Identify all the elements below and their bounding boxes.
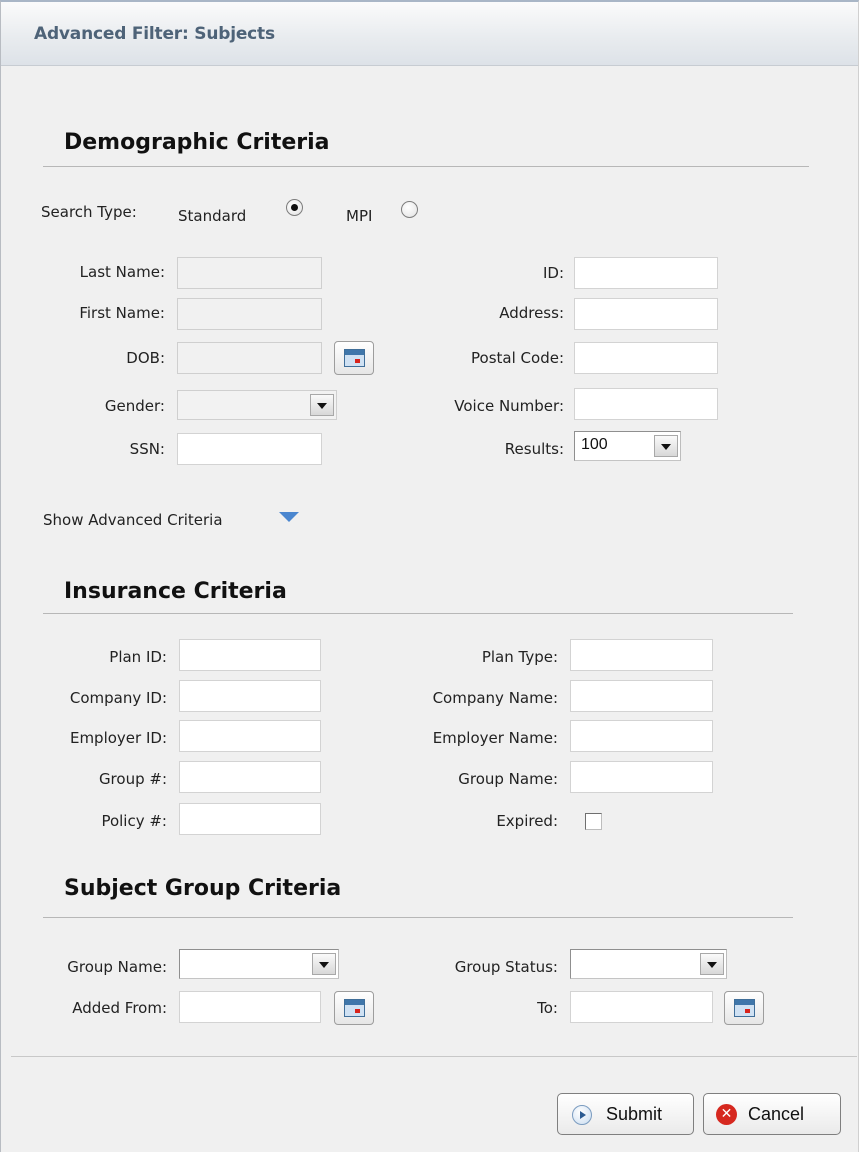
results-value: 100 bbox=[581, 436, 608, 453]
address-label: Address: bbox=[499, 304, 564, 322]
plan-type-field[interactable] bbox=[570, 639, 713, 671]
last-name-label: Last Name: bbox=[79, 263, 165, 281]
chevron-down-icon bbox=[310, 394, 334, 416]
first-name-field[interactable] bbox=[177, 298, 322, 330]
to-label: To: bbox=[537, 999, 558, 1017]
id-field[interactable] bbox=[574, 257, 718, 289]
policy-num-label: Policy #: bbox=[101, 812, 167, 830]
group-status-select[interactable] bbox=[570, 949, 727, 979]
added-from-field[interactable] bbox=[179, 991, 321, 1023]
added-from-calendar-button[interactable] bbox=[334, 991, 374, 1025]
plan-id-field[interactable] bbox=[179, 639, 321, 671]
company-name-label: Company Name: bbox=[432, 689, 558, 707]
first-name-label: First Name: bbox=[79, 304, 165, 322]
voice-number-label: Voice Number: bbox=[454, 397, 564, 415]
postal-code-field[interactable] bbox=[574, 342, 718, 374]
play-icon bbox=[572, 1105, 592, 1125]
insurance-divider bbox=[43, 613, 793, 614]
footer-divider bbox=[11, 1056, 857, 1057]
group-num-label: Group #: bbox=[98, 770, 167, 788]
id-label: ID: bbox=[542, 264, 564, 282]
dob-field[interactable] bbox=[177, 342, 322, 374]
demographic-heading: Demographic Criteria bbox=[64, 130, 330, 155]
calendar-icon bbox=[344, 999, 365, 1017]
gender-select[interactable] bbox=[177, 390, 337, 420]
calendar-icon bbox=[344, 349, 365, 367]
cancel-label: Cancel bbox=[748, 1104, 805, 1124]
insurance-heading: Insurance Criteria bbox=[64, 579, 287, 604]
gender-label: Gender: bbox=[104, 397, 165, 415]
search-type-label: Search Type: bbox=[41, 203, 137, 221]
advanced-filter-dialog: Advanced Filter: Subjects Demographic Cr… bbox=[0, 0, 859, 1152]
employer-name-field[interactable] bbox=[570, 720, 713, 752]
dob-calendar-button[interactable] bbox=[334, 341, 374, 375]
mpi-label: MPI bbox=[346, 207, 373, 225]
employer-name-label: Employer Name: bbox=[432, 729, 558, 747]
subject-group-divider bbox=[43, 917, 793, 918]
calendar-icon bbox=[734, 999, 755, 1017]
demographic-divider bbox=[43, 166, 809, 167]
chevron-down-icon bbox=[312, 953, 336, 975]
voice-number-field[interactable] bbox=[574, 388, 718, 420]
to-calendar-button[interactable] bbox=[724, 991, 764, 1025]
standard-radio[interactable] bbox=[286, 199, 303, 216]
last-name-field[interactable] bbox=[177, 257, 322, 289]
chevron-down-icon bbox=[654, 435, 678, 457]
group-status-label: Group Status: bbox=[454, 958, 558, 976]
group-name-select[interactable] bbox=[179, 949, 339, 979]
submit-button[interactable]: Submit bbox=[557, 1093, 694, 1135]
postal-code-label: Postal Code: bbox=[471, 349, 564, 367]
mpi-radio[interactable] bbox=[401, 201, 418, 218]
expand-arrow-icon[interactable] bbox=[279, 512, 299, 522]
dialog-titlebar: Advanced Filter: Subjects bbox=[1, 2, 858, 66]
group-name-select-label: Group Name: bbox=[67, 958, 167, 976]
plan-type-label: Plan Type: bbox=[481, 648, 558, 666]
dob-label: DOB: bbox=[126, 349, 165, 367]
group-name-field[interactable] bbox=[570, 761, 713, 793]
address-field[interactable] bbox=[574, 298, 718, 330]
employer-id-label: Employer ID: bbox=[69, 729, 167, 747]
cancel-button[interactable]: ✕ Cancel bbox=[703, 1093, 841, 1135]
results-select[interactable]: 100 bbox=[574, 431, 681, 461]
policy-num-field[interactable] bbox=[179, 803, 321, 835]
chevron-down-icon bbox=[700, 953, 724, 975]
plan-id-label: Plan ID: bbox=[109, 648, 167, 666]
standard-label: Standard bbox=[178, 207, 247, 225]
to-date-field[interactable] bbox=[570, 991, 713, 1023]
ssn-field[interactable] bbox=[177, 433, 322, 465]
close-icon: ✕ bbox=[716, 1104, 737, 1125]
ssn-label: SSN: bbox=[129, 440, 165, 458]
expired-checkbox[interactable] bbox=[585, 813, 602, 830]
company-id-label: Company ID: bbox=[69, 689, 167, 707]
dialog-title: Advanced Filter: Subjects bbox=[34, 24, 275, 44]
group-name-label: Group Name: bbox=[458, 770, 558, 788]
subject-group-heading: Subject Group Criteria bbox=[64, 876, 342, 901]
show-advanced-link[interactable]: Show Advanced Criteria bbox=[43, 511, 223, 529]
group-num-field[interactable] bbox=[179, 761, 321, 793]
submit-label: Submit bbox=[606, 1104, 663, 1124]
expired-label: Expired: bbox=[496, 812, 558, 830]
company-name-field[interactable] bbox=[570, 680, 713, 712]
employer-id-field[interactable] bbox=[179, 720, 321, 752]
company-id-field[interactable] bbox=[179, 680, 321, 712]
results-label: Results: bbox=[504, 440, 564, 458]
added-from-label: Added From: bbox=[72, 999, 167, 1017]
